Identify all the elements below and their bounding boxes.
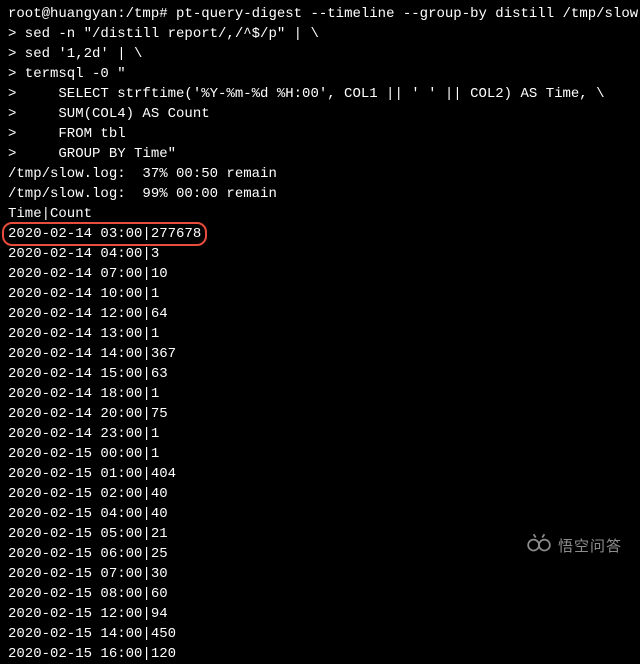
result-row: 2020-02-14 23:00|1 [8,424,632,444]
result-row: 2020-02-14 14:00|367 [8,344,632,364]
result-row: 2020-02-15 08:00|60 [8,584,632,604]
prompt-symbol: # [159,6,167,22]
result-row: 2020-02-15 02:00|40 [8,484,632,504]
result-row: 2020-02-15 04:00|40 [8,504,632,524]
prompt-colon: : [117,6,125,22]
command-continuation[interactable]: > SUM(COL4) AS Count [8,104,632,124]
result-row: 2020-02-15 12:00|94 [8,604,632,624]
result-row: 2020-02-15 07:00|30 [8,564,632,584]
command-continuation[interactable]: > termsql -0 " [8,64,632,84]
result-row-highlighted: 2020-02-14 03:00|277678 [8,224,632,244]
command-text: pt-query-digest --timeline --group-by di… [176,6,640,22]
result-row: 2020-02-15 16:00|120 [8,644,632,664]
prompt-path: /tmp [126,6,160,22]
result-row: 2020-02-14 10:00|1 [8,284,632,304]
result-row: 2020-02-15 00:00|1 [8,444,632,464]
result-row: 2020-02-14 13:00|1 [8,324,632,344]
progress-line: /tmp/slow.log: 99% 00:00 remain [8,184,632,204]
command-continuation[interactable]: > sed '1,2d' | \ [8,44,632,64]
command-continuation[interactable]: > SELECT strftime('%Y-%m-%d %H:00', COL1… [8,84,632,104]
result-row: 2020-02-14 07:00|10 [8,264,632,284]
result-row: 2020-02-15 01:00|404 [8,464,632,484]
watermark: 悟空问答 [526,531,622,563]
command-continuation[interactable]: > FROM tbl [8,124,632,144]
result-row: 2020-02-14 04:00|3 [8,244,632,264]
result-row: 2020-02-14 15:00|63 [8,364,632,384]
result-header: Time|Count [8,204,632,224]
result-row: 2020-02-15 14:00|450 [8,624,632,644]
highlight-box: 2020-02-14 03:00|277678 [2,222,207,246]
result-row: 2020-02-14 12:00|64 [8,304,632,324]
prompt-user: root@huangyan [8,6,117,22]
command-continuation[interactable]: > GROUP BY Time" [8,144,632,164]
command-continuation[interactable]: > sed -n "/distill report/,/^$/p" | \ [8,24,632,44]
watermark-text: 悟空问答 [558,537,622,557]
result-row: 2020-02-14 20:00|75 [8,404,632,424]
result-row: 2020-02-14 18:00|1 [8,384,632,404]
watermark-icon [526,531,552,563]
command-line[interactable]: root@huangyan:/tmp# pt-query-digest --ti… [8,4,632,24]
progress-line: /tmp/slow.log: 37% 00:50 remain [8,164,632,184]
